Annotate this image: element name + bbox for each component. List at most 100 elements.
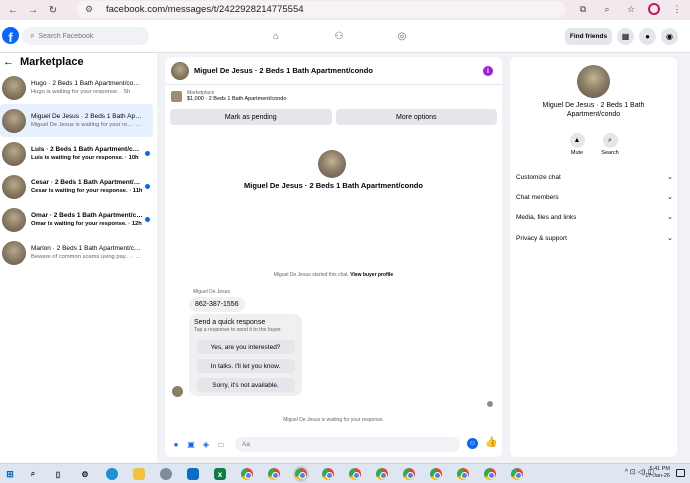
conversation-item-active[interactable]: Miguel De Jesus · 2 Beds 1 Bath Apartmen… [0, 104, 153, 137]
section-label: Chat members [516, 193, 559, 201]
notification-center-icon[interactable] [676, 469, 685, 477]
conversation-snippet: Cesar is waiting for your response. · 11… [31, 188, 143, 194]
privacy-support-row[interactable]: Privacy & support ⌄ [516, 231, 673, 245]
clock-time: 5:41 PM [649, 466, 670, 472]
app-icon[interactable] [160, 468, 172, 480]
account-icon[interactable]: ◉ [661, 28, 678, 45]
chrome-icon[interactable] [430, 468, 442, 480]
chrome-icon[interactable] [376, 468, 388, 480]
reload-icon[interactable]: ↻ [46, 3, 60, 17]
conversation-item[interactable]: Luis · 2 Beds 1 Bath Apartment/condo Lui… [0, 137, 157, 170]
chat-members-row[interactable]: Chat members ⌄ [516, 190, 673, 204]
mark-pending-button[interactable]: Mark as pending [170, 109, 332, 125]
chrome-icon[interactable] [241, 468, 253, 480]
customize-chat-row[interactable]: Customize chat ⌄ [516, 170, 673, 184]
panel-title: Marketplace [20, 56, 84, 68]
listing-thumbnail [171, 90, 182, 102]
search-action[interactable]: ⌕ Search [595, 133, 625, 156]
gif-icon[interactable]: ▭ [215, 438, 227, 450]
listing-detail: $1,000 · 2 Beds 1 Bath Apartment/condo [187, 96, 287, 102]
quick-reply-button[interactable]: Yes, are you interested? [196, 340, 295, 354]
chat-header: Miguel De Jesus · 2 Beds 1 Bath Apartmen… [165, 57, 502, 85]
install-app-icon[interactable]: ⧉ [576, 2, 590, 16]
search-icon: ⌕ [30, 31, 35, 40]
more-options-button[interactable]: More options [335, 109, 497, 125]
bookmark-star-icon[interactable]: ☆ [624, 2, 638, 16]
store-icon[interactable] [187, 468, 199, 480]
chat-panel: Miguel De Jesus · 2 Beds 1 Bath Apartmen… [165, 57, 502, 457]
address-bar[interactable]: ⚙ facebook.com/messages/t/24229282147755… [76, 1, 566, 18]
clock-date: 17-Jan-26 [645, 473, 670, 479]
chrome-icon[interactable] [268, 468, 280, 480]
conversation-name: Omar · 2 Beds 1 Bath Apartment/condo [31, 212, 143, 219]
search-input[interactable] [38, 32, 139, 40]
edge-icon[interactable] [106, 468, 118, 480]
chat-details-panel: Miguel De Jesus · 2 Beds 1 Bath Apartmen… [510, 57, 677, 457]
media-files-row[interactable]: Media, files and links ⌄ [516, 210, 673, 224]
bell-icon[interactable]: ▲ [569, 133, 585, 148]
thumbs-up-icon[interactable]: 👍 [485, 437, 497, 448]
search-icon[interactable]: ⌕ [602, 133, 618, 148]
forward-arrow-icon[interactable]: → [26, 3, 40, 17]
conversation-item[interactable]: Hugo · 2 Beds 1 Bath Apartment/condo Hug… [0, 71, 157, 104]
back-arrow-icon[interactable]: ← [3, 56, 14, 68]
conversation-snippet: Miguel De Jesus is waiting for your re..… [31, 122, 143, 128]
listing-actions: Mark as pending More options [170, 109, 497, 125]
menu-kebab-icon[interactable]: ⋮ [670, 2, 684, 16]
microphone-icon[interactable]: ● [170, 438, 182, 450]
site-settings-icon[interactable]: ⚙ [82, 4, 96, 15]
listing-thumbnail [2, 240, 26, 265]
url-text[interactable]: facebook.com/messages/t/2422928214775554 [106, 4, 304, 15]
file-explorer-icon[interactable] [133, 468, 145, 480]
view-buyer-profile-link[interactable]: View buyer profile [350, 272, 393, 278]
chrome-icon[interactable] [457, 468, 469, 480]
menu-grid-icon[interactable]: ▦ [617, 28, 634, 45]
chat-started-notice: Miguel De Jesus started this chat. View … [165, 272, 502, 278]
conversation-name: Hugo · 2 Beds 1 Bath Apartment/condo [31, 80, 143, 87]
facebook-search[interactable]: ⌕ [22, 27, 149, 45]
chrome-icon[interactable] [322, 468, 334, 480]
info-icon[interactable]: i [483, 66, 493, 76]
quick-reply-button[interactable]: Sorry, it's not available. [196, 378, 295, 392]
sender-avatar [172, 386, 183, 397]
browser-toolbar: ← → ↻ ⚙ facebook.com/messages/t/24229282… [0, 0, 690, 20]
chrome-icon[interactable] [511, 468, 523, 480]
emoji-icon[interactable]: ☺ [467, 438, 478, 449]
chevron-down-icon: ⌄ [667, 235, 673, 242]
photo-icon[interactable]: ▣ [185, 438, 197, 450]
conversation-item[interactable]: Cesar · 2 Beds 1 Bath Apartment/condo Ce… [0, 170, 157, 203]
friends-icon[interactable]: ⚇ [332, 29, 346, 43]
settings-gear-icon[interactable]: ⚙ [79, 468, 91, 480]
search-icon[interactable]: ⌕ [27, 468, 39, 480]
conversation-name: Luis · 2 Beds 1 Bath Apartment/condo [31, 146, 143, 153]
chrome-icon[interactable] [349, 468, 361, 480]
quick-response-subtitle: Tap a response to send it to the buyer. [194, 327, 282, 333]
chat-avatar[interactable] [171, 61, 189, 80]
zoom-icon[interactable]: ⌕ [600, 2, 614, 16]
task-view-icon[interactable]: ▯ [52, 468, 64, 480]
chrome-icon[interactable] [484, 468, 496, 480]
quick-response-card: Send a quick response Tap a response to … [189, 314, 302, 396]
home-icon[interactable]: ⌂ [269, 29, 283, 43]
conversation-item[interactable]: Marlon · 2 Beds 1 Bath Apartment/condo B… [0, 236, 157, 269]
excel-icon[interactable]: x [214, 468, 226, 480]
mute-label: Mute [570, 150, 584, 156]
message-input[interactable] [235, 436, 460, 452]
quick-reply-button[interactable]: In talks. I'll let you know. [196, 359, 295, 373]
groups-icon[interactable]: ◎ [395, 29, 409, 43]
find-friends-button[interactable]: Find friends [565, 28, 612, 45]
system-clock[interactable]: 5:41 PM 17-Jan-26 [645, 466, 670, 480]
windows-start-icon[interactable]: ⊞ [4, 468, 16, 480]
conversation-item[interactable]: Omar · 2 Beds 1 Bath Apartment/condo Oma… [0, 203, 157, 236]
chrome-icon[interactable] [403, 468, 415, 480]
listing-banner[interactable]: Marketplace $1,000 · 2 Beds 1 Bath Apart… [165, 85, 502, 107]
sticker-icon[interactable]: ◈ [200, 438, 212, 450]
back-arrow-icon[interactable]: ← [6, 3, 20, 17]
mute-action[interactable]: ▲ Mute [562, 133, 592, 156]
conversation-name: Marlon · 2 Beds 1 Bath Apartment/condo [31, 245, 143, 252]
notifications-bell-icon[interactable]: ● [639, 28, 656, 45]
chrome-icon[interactable] [295, 468, 307, 480]
chat-title[interactable]: Miguel De Jesus · 2 Beds 1 Bath Apartmen… [194, 66, 373, 75]
profile-avatar-icon[interactable] [648, 3, 660, 15]
facebook-logo-icon[interactable]: f [2, 27, 19, 44]
